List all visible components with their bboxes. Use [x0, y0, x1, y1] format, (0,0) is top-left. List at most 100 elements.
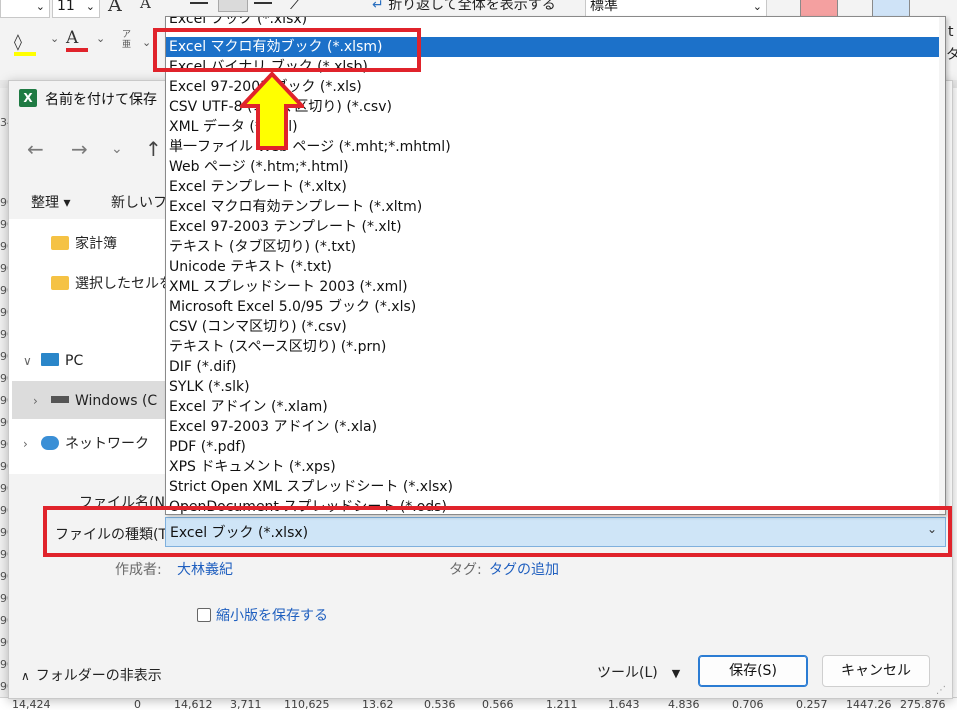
dropdown-scrollbar[interactable]	[939, 17, 945, 514]
chevron-right-icon[interactable]: ›	[23, 437, 41, 451]
font-size-box[interactable]: 11 ⌄	[52, 0, 100, 18]
font-color-icon: A	[66, 28, 79, 48]
fill-bucket-icon: ◊	[14, 32, 22, 51]
save-button[interactable]: 保存(S)	[698, 655, 808, 687]
dropdown-item[interactable]: Unicode テキスト (*.txt)	[166, 257, 945, 277]
dropdown-item[interactable]: Web ページ (*.htm;*.html)	[166, 157, 945, 177]
align-bottom-icon[interactable]	[254, 2, 272, 4]
caret-down-icon: ▼	[671, 667, 681, 680]
chevron-right-icon[interactable]: ›	[33, 394, 51, 408]
cell-value: 4.836	[668, 698, 700, 710]
phonetic-guide-icon[interactable]: ア亜	[122, 30, 131, 50]
tree-item-label: Windows (C	[75, 393, 158, 409]
organize-button[interactable]: 整理 ▾	[31, 192, 70, 212]
cell-value: 0.566	[482, 698, 514, 710]
dropdown-item[interactable]: DIF (*.dif)	[166, 357, 945, 377]
tree-item-windows[interactable]: › Windows (C	[33, 393, 157, 409]
tags-value[interactable]: タグの追加	[489, 559, 559, 579]
dropdown-item[interactable]: Strict Open XML スプレッドシート (*.xlsx)	[166, 477, 945, 497]
dropdown-item[interactable]: Excel 97-2003 テンプレート (*.xlt)	[166, 217, 945, 237]
align-middle-icon[interactable]	[218, 0, 248, 12]
up-arrow-icon[interactable]: ↑	[145, 137, 162, 161]
decrease-font-icon[interactable]: A	[140, 0, 151, 12]
dropdown-item[interactable]: Microsoft Excel 5.0/95 ブック (*.xls)	[166, 297, 945, 317]
fill-color-swatch	[14, 52, 36, 56]
network-icon	[41, 436, 59, 450]
cell-value: 275.876	[900, 698, 946, 710]
dropdown-item[interactable]: テキスト (スペース区切り) (*.prn)	[166, 337, 945, 357]
dropdown-item[interactable]: XPS ドキュメント (*.xps)	[166, 457, 945, 477]
ribbon-edge-text: t	[948, 24, 954, 40]
highlight-box-filetype	[43, 506, 952, 557]
tree-item-label: 家計簿	[75, 236, 117, 252]
wrap-text-icon: ↵	[372, 0, 384, 13]
dropdown-item[interactable]: Excel テンプレート (*.xltx)	[166, 177, 945, 197]
font-name-box[interactable]: ⌄	[0, 0, 50, 18]
dropdown-item[interactable]: CSV (コンマ区切り) (*.csv)	[166, 317, 945, 337]
chevron-down-icon[interactable]: ⌄	[96, 32, 105, 45]
tools-button[interactable]: ツール(L) ▼	[597, 662, 680, 682]
dropdown-item[interactable]: PDF (*.pdf)	[166, 437, 945, 457]
folder-icon	[51, 236, 69, 250]
wrap-text-button[interactable]: ↵ 折り返して全体を表示する	[372, 0, 556, 14]
orientation-icon[interactable]: ⟋	[290, 0, 301, 14]
align-top-icon[interactable]	[190, 2, 208, 4]
chevron-down-icon[interactable]: ⌄	[50, 32, 59, 45]
recent-locations-icon[interactable]: ⌄	[111, 141, 123, 157]
highlight-box-xlsm	[153, 28, 421, 72]
tree-item-label: 選択したセルを	[75, 276, 173, 292]
cell-value: 1.643	[608, 698, 640, 710]
cell-value: 1.211	[546, 698, 578, 710]
chevron-up-icon: ∧	[21, 669, 30, 683]
tools-label: ツール(L)	[597, 665, 658, 681]
up-arrow-annotation-icon	[240, 72, 304, 150]
dialog-title: 名前を付けて保存	[45, 92, 157, 108]
tags-label: タグ:	[449, 562, 482, 578]
hide-folders-label: フォルダーの非表示	[35, 668, 162, 684]
chevron-down-icon[interactable]: ∨	[23, 354, 41, 368]
number-format-value: 標準	[590, 0, 618, 14]
cancel-button[interactable]: キャンセル	[822, 655, 930, 687]
tree-item-label: PC	[65, 353, 84, 369]
checkbox-box[interactable]	[197, 608, 211, 622]
dropdown-item[interactable]: テキスト (タブ区切り) (*.txt)	[166, 237, 945, 257]
ribbon-edge-text: タ	[946, 47, 957, 63]
navigation-pane: 家計簿 選択したセルを ∨ PC › Windows (C › ネットワーク	[9, 219, 173, 474]
resize-grip-icon[interactable]: ⋰	[936, 685, 946, 696]
drive-icon	[51, 396, 69, 403]
pc-icon	[41, 353, 59, 366]
cell-value: 0.706	[732, 698, 764, 710]
tree-item-pc[interactable]: ∨ PC	[23, 353, 83, 369]
forward-arrow-icon[interactable]: →	[71, 137, 88, 161]
cell-value: 14,612	[174, 698, 213, 710]
chevron-down-icon[interactable]: ⌄	[142, 36, 151, 49]
hide-folders-button[interactable]: ∧ フォルダーの非表示	[21, 665, 162, 685]
excel-icon: X	[19, 89, 37, 107]
tree-item-selected-cells[interactable]: 選択したセルを	[51, 273, 173, 293]
tree-item-kakeibo[interactable]: 家計簿	[51, 233, 117, 253]
save-thumbnail-checkbox[interactable]: 縮小版を保存する	[197, 605, 328, 625]
folder-icon	[51, 276, 69, 290]
cell-value: 1447.26	[846, 698, 892, 710]
dropdown-item[interactable]: Excel 97-2003 アドイン (*.xla)	[166, 417, 945, 437]
cell-value: 0.257	[796, 698, 828, 710]
cell-value: 0	[134, 698, 141, 710]
cell-value: 3,711	[230, 698, 262, 710]
dropdown-item[interactable]: XML スプレッドシート 2003 (*.xml)	[166, 277, 945, 297]
fill-color-button[interactable]: ◊	[14, 32, 36, 56]
font-color-button[interactable]: A	[66, 28, 88, 52]
font-color-swatch	[66, 48, 88, 52]
chevron-down-icon: ⌄	[85, 0, 95, 13]
cell-value: 110,625	[284, 698, 330, 710]
tree-item-network[interactable]: › ネットワーク	[23, 433, 149, 453]
back-arrow-icon[interactable]: ←	[27, 137, 44, 161]
dropdown-item[interactable]: Excel マクロ有効テンプレート (*.xltm)	[166, 197, 945, 217]
cell-value: 13.62	[362, 698, 394, 710]
dropdown-item[interactable]: Excel アドイン (*.xlam)	[166, 397, 945, 417]
dropdown-item[interactable]: SYLK (*.slk)	[166, 377, 945, 397]
cell-value: 14,424	[12, 698, 51, 710]
author-label: 作成者:	[115, 562, 162, 578]
increase-font-icon[interactable]: A	[108, 0, 122, 16]
author-value[interactable]: 大林義紀	[177, 559, 233, 579]
thumbnail-label: 縮小版を保存する	[216, 608, 328, 624]
